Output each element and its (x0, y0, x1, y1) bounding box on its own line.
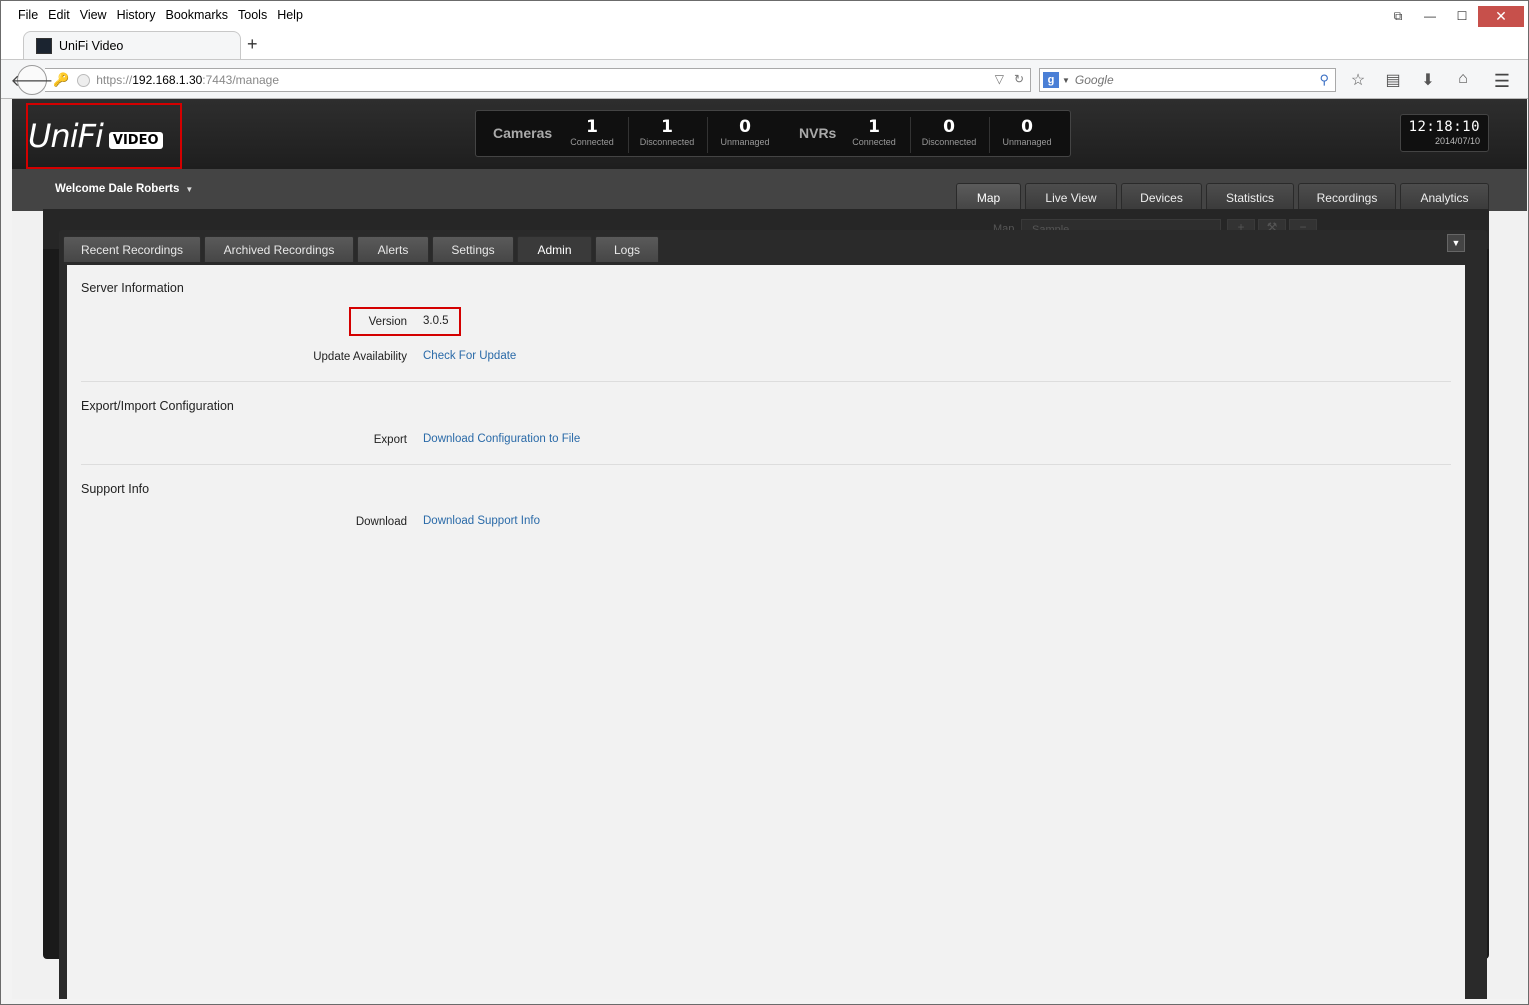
dropdown-arrow-icon[interactable]: ▽ (995, 72, 1004, 86)
browser-window: File Edit View History Bookmarks Tools H… (0, 0, 1529, 1005)
search-icon[interactable]: ⚲ (1319, 72, 1329, 88)
admin-overlay: ▼ Recent Recordings Archived Recordings … (59, 230, 1487, 999)
tab-logs[interactable]: Logs (595, 236, 659, 262)
cameras-disconnected[interactable]: 1 Disconnected (628, 119, 706, 148)
download-support-info-link[interactable]: Download Support Info (423, 515, 540, 527)
url-bar[interactable]: 🔑 https://192.168.1.30:7443/manage ▽ ↻ (45, 68, 1031, 92)
menu-history[interactable]: History (117, 8, 156, 22)
download-label: Download (355, 516, 407, 528)
url-text: https://192.168.1.30:7443/manage (96, 73, 280, 87)
menu-bookmarks[interactable]: Bookmarks (165, 8, 228, 22)
reading-list-icon[interactable]: ▤ (1382, 70, 1404, 90)
tab-recordings[interactable]: Recordings (1298, 183, 1396, 211)
tab-archived-recordings[interactable]: Archived Recordings (204, 236, 354, 262)
version-value: 3.0.5 (423, 315, 449, 327)
main-nav: Map Live View Devices Statistics Recordi… (956, 183, 1489, 211)
app-header: UniFi VIDEO Cameras 1 Connected 1 Disconne… (12, 99, 1527, 169)
browser-tab[interactable]: UniFi Video (23, 31, 241, 59)
tab-settings[interactable]: Settings (432, 236, 514, 262)
download-configuration-link[interactable]: Download Configuration to File (423, 433, 580, 445)
server-information-title: Server Information (81, 281, 184, 295)
bookmark-star-icon[interactable]: ☆ (1347, 70, 1369, 90)
tab-recent-recordings[interactable]: Recent Recordings (63, 236, 201, 262)
home-icon[interactable]: ⌂ (1452, 70, 1474, 90)
site-identity-icon[interactable] (77, 73, 91, 87)
cameras-connected[interactable]: 1 Connected (553, 119, 631, 148)
unifi-app: UniFi VIDEO Cameras 1 Connected 1 Disconne… (12, 99, 1527, 999)
device-stats: Cameras 1 Connected 1 Disconnected 0 Unmana… (475, 110, 1071, 157)
export-import-title: Export/Import Configuration (81, 399, 234, 413)
restore-tabs-icon[interactable]: ⧉ (1382, 5, 1414, 27)
key-icon: 🔑 (53, 72, 70, 87)
nvrs-label: NVRs (799, 125, 837, 141)
google-icon[interactable]: g (1043, 72, 1059, 88)
menu-edit[interactable]: Edit (48, 8, 70, 22)
tab-title: UniFi Video (59, 38, 124, 53)
menu-view[interactable]: View (80, 8, 107, 22)
cameras-unmanaged[interactable]: 0 Unmanaged (706, 119, 784, 148)
tab-map[interactable]: Map (956, 183, 1021, 211)
admin-tabs: Recent Recordings Archived Recordings Al… (63, 236, 659, 262)
menu-bar: File Edit View History Bookmarks Tools H… (1, 1, 1528, 31)
menu-help[interactable]: Help (277, 8, 303, 22)
tab-live-view[interactable]: Live View (1025, 183, 1117, 211)
tab-statistics[interactable]: Statistics (1206, 183, 1294, 211)
divider (81, 464, 1451, 465)
new-tab-button[interactable]: + (247, 34, 258, 55)
chevron-down-icon: ▼ (185, 185, 194, 194)
unifi-favicon-icon (36, 37, 52, 54)
back-button[interactable]: 🡐 (11, 65, 53, 95)
reload-icon[interactable]: ↻ (1014, 72, 1024, 86)
check-for-update-link[interactable]: Check For Update (423, 350, 516, 362)
menu-tools[interactable]: Tools (238, 8, 267, 22)
nvrs-connected[interactable]: 1 Connected (835, 119, 913, 148)
cameras-label: Cameras (493, 125, 553, 141)
subheader: Welcome Dale Roberts ▼ Map Live View Devi… (12, 169, 1527, 211)
close-icon[interactable]: ✕ (1478, 5, 1524, 27)
export-label: Export (373, 434, 407, 446)
tab-analytics[interactable]: Analytics (1400, 183, 1489, 211)
menu-file[interactable]: File (18, 8, 38, 22)
divider (81, 381, 1451, 382)
admin-panel: Server Information Version 3.0.5 Update … (67, 265, 1465, 999)
nvrs-unmanaged[interactable]: 0 Unmanaged (988, 119, 1066, 148)
minimize-icon[interactable]: — (1414, 5, 1446, 27)
chevron-down-icon[interactable]: ▼ (1062, 76, 1070, 85)
clock: 12:18:10 2014/07/10 (1400, 114, 1489, 152)
maximize-icon[interactable]: ☐ (1446, 5, 1478, 27)
search-input[interactable] (1074, 73, 1315, 87)
user-menu[interactable]: Welcome Dale Roberts ▼ (55, 183, 193, 195)
support-info-title: Support Info (81, 482, 150, 496)
unifi-video-logo: UniFi VIDEO (28, 117, 163, 155)
download-icon[interactable]: ⬇ (1417, 70, 1439, 90)
version-label: Version (368, 316, 407, 328)
menu-icon[interactable]: ☰ (1494, 71, 1510, 92)
update-availability-label: Update Availability (313, 351, 407, 363)
tab-devices[interactable]: Devices (1121, 183, 1202, 211)
nvrs-disconnected[interactable]: 0 Disconnected (910, 119, 988, 148)
tab-alerts[interactable]: Alerts (357, 236, 429, 262)
tab-admin[interactable]: Admin (517, 236, 592, 262)
collapse-icon[interactable]: ▼ (1447, 234, 1465, 252)
tab-strip: UniFi Video + (1, 31, 1528, 59)
search-bar[interactable]: g ▼ ⚲ (1039, 68, 1336, 92)
nav-bar: 🔑 https://192.168.1.30:7443/manage ▽ ↻ 🡐… (1, 59, 1528, 99)
